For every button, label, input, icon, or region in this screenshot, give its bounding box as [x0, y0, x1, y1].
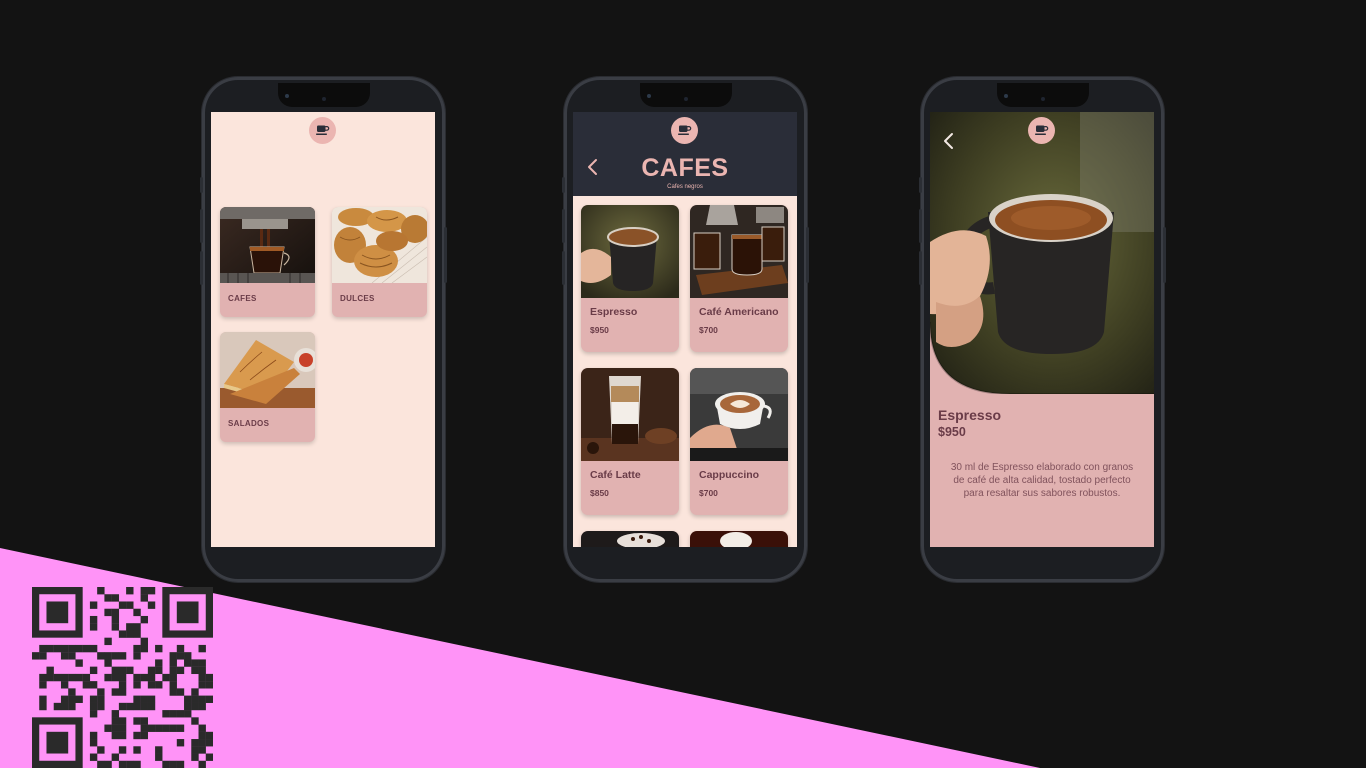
- grilled-sandwich-photo: [220, 332, 315, 408]
- category-card-dulces[interactable]: DULCES: [332, 207, 427, 317]
- product-card[interactable]: Espresso $950: [581, 205, 679, 352]
- product-price: $850: [590, 488, 609, 498]
- phone-notch: [997, 83, 1089, 107]
- product-detail-price: $950: [938, 425, 966, 439]
- chevron-left-icon[interactable]: [942, 132, 956, 150]
- product-card[interactable]: Cappuccino $700: [690, 368, 788, 515]
- product-card[interactable]: Café Americano $700: [690, 205, 788, 352]
- page-title: CAFES: [641, 154, 729, 182]
- coffee-cup-icon[interactable]: [671, 117, 698, 144]
- page-subtitle: Cafes negros: [667, 184, 703, 190]
- whipped-coffee-photo: [690, 531, 788, 547]
- espresso-hero-photo: [930, 112, 1154, 394]
- croissants-photo: [332, 207, 427, 283]
- category-label: DULCES: [340, 294, 375, 303]
- coffee-cup-icon[interactable]: [1028, 117, 1055, 144]
- cappuccino-photo: [690, 368, 788, 461]
- mocha-photo: [581, 531, 679, 547]
- phone-product-detail: Espresso $950 30 ml de Espresso elaborad…: [919, 77, 1166, 582]
- product-detail-description: 30 ml de Espresso elaborado con granos d…: [950, 462, 1134, 499]
- product-name: Café Americano: [699, 306, 779, 318]
- product-name: Espresso: [590, 306, 638, 318]
- product-price: $950: [590, 325, 609, 335]
- product-card-partial[interactable]: [690, 531, 788, 547]
- categories-screen: CAFES DULCES SALADOS: [211, 112, 435, 547]
- product-detail-name: Espresso: [938, 407, 1002, 423]
- product-price: $700: [699, 325, 718, 335]
- list-header: CAFES Cafes negros: [573, 112, 797, 196]
- product-name: Café Latte: [590, 469, 641, 481]
- phone-product-list: CAFES Cafes negros Espresso $950 Café Am…: [562, 77, 809, 582]
- product-detail-screen: Espresso $950 30 ml de Espresso elaborad…: [930, 112, 1154, 547]
- coffee-cup-icon[interactable]: [309, 117, 336, 144]
- americano-photo: [690, 205, 788, 298]
- category-card-salados[interactable]: SALADOS: [220, 332, 315, 442]
- category-label: CAFES: [228, 294, 257, 303]
- category-label: SALADOS: [228, 419, 270, 428]
- category-card-cafes[interactable]: CAFES: [220, 207, 315, 317]
- product-card[interactable]: Café Latte $850: [581, 368, 679, 515]
- phone-notch: [640, 83, 732, 107]
- phone-notch: [278, 83, 370, 107]
- product-price: $700: [699, 488, 718, 498]
- product-name: Cappuccino: [699, 469, 760, 481]
- qr-code: [32, 587, 213, 768]
- product-list-screen: CAFES Cafes negros Espresso $950 Café Am…: [573, 112, 797, 547]
- espresso-cup-photo: [581, 205, 679, 298]
- espresso-machine-photo: [220, 207, 315, 283]
- phone-categories: CAFES DULCES SALADOS: [200, 77, 447, 582]
- latte-glass-photo: [581, 368, 679, 461]
- product-card-partial[interactable]: [581, 531, 679, 547]
